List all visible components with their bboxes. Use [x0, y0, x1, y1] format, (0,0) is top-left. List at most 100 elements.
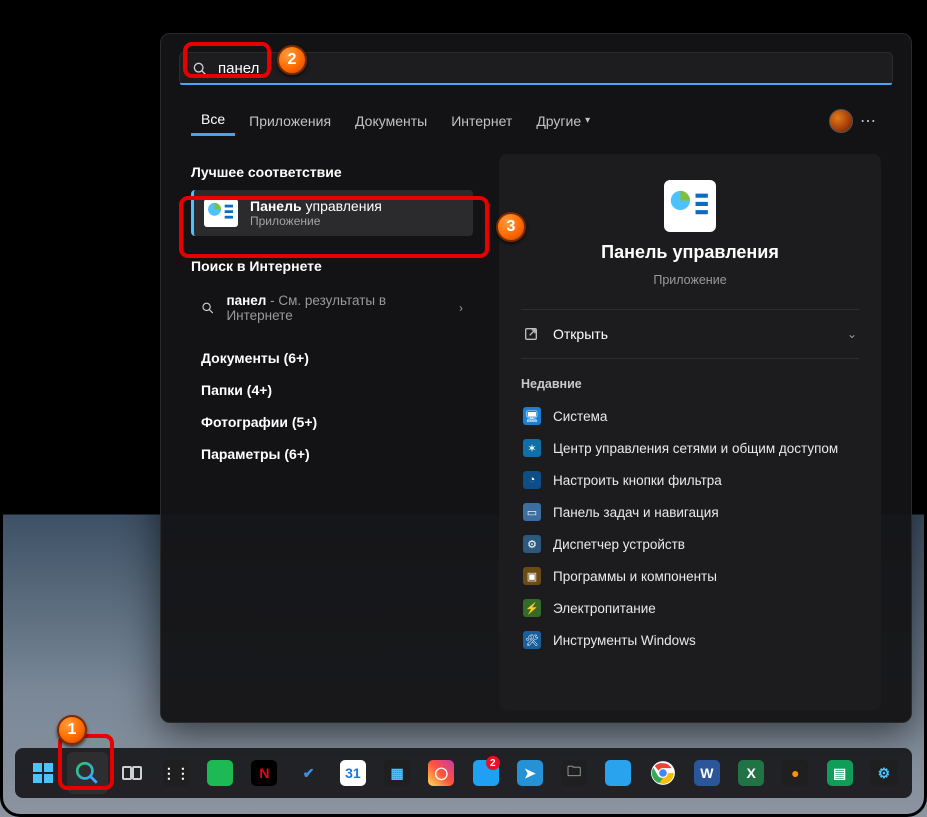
recent-label: Система — [553, 409, 607, 424]
category-label: Параметры (6+) — [201, 446, 310, 462]
photos-app[interactable]: ▦ — [377, 752, 417, 794]
instagram-app[interactable]: ◯ — [421, 752, 461, 794]
preview-title: Панель управления — [601, 242, 779, 263]
notes-app[interactable] — [598, 752, 638, 794]
recent-item[interactable]: ◔Настроить кнопки фильтра — [521, 465, 859, 495]
taskview-button[interactable] — [112, 752, 152, 794]
best-match-item[interactable]: Панель управления Приложение — [191, 190, 473, 236]
word-app[interactable]: W — [687, 752, 727, 794]
web-search-item[interactable]: панел - См. результаты в Интернете › — [191, 284, 473, 332]
recent-label: Настроить кнопки фильтра — [553, 473, 722, 488]
calculator-app[interactable]: ⋮⋮ — [156, 752, 196, 794]
spotify-app[interactable] — [200, 752, 240, 794]
recent-item[interactable]: ▭ Панель задач и навигация — [521, 497, 859, 527]
tab-all[interactable]: Все — [191, 105, 235, 136]
start-button[interactable] — [23, 752, 63, 794]
recent-item[interactable]: ▣ Программы и компоненты — [521, 561, 859, 591]
recent-label: Панель задач и навигация — [553, 505, 719, 520]
best-match-header: Лучшее соответствие — [191, 164, 491, 180]
app-icon: N — [251, 760, 277, 786]
control-panel-icon — [664, 180, 716, 232]
chevron-down-icon: ▾ — [585, 115, 590, 126]
recent-item[interactable]: ⚙Диспетчер устройств — [521, 529, 859, 559]
web-search-header: Поиск в Интернете — [191, 258, 491, 274]
tab-internet[interactable]: Интернет — [441, 107, 522, 135]
system-icon: 🖥 — [523, 407, 541, 425]
recent-label: Электропитание — [553, 601, 656, 616]
excel-app[interactable]: X — [731, 752, 771, 794]
windows-logo-icon — [31, 761, 55, 785]
annotation-badge-1: 1 — [57, 715, 87, 745]
twitter-app[interactable]: 2 — [466, 752, 506, 794]
search-flyout: Все Приложения Документы Интернет Другие… — [160, 33, 912, 723]
category-settings[interactable]: Параметры (6+) — [191, 438, 473, 470]
recent-label: Центр управления сетями и общим доступом — [553, 441, 838, 456]
open-action[interactable]: Открыть ⌄ — [521, 310, 859, 359]
tab-documents[interactable]: Документы — [345, 107, 437, 135]
user-avatar[interactable] — [829, 109, 853, 133]
app-icon: W — [694, 760, 720, 786]
app-icon: 🗀 — [561, 760, 587, 786]
search-button[interactable] — [67, 752, 107, 794]
tab-label: Приложения — [249, 113, 331, 129]
app-icon: 31 — [340, 760, 366, 786]
results-area: Лучшее соответствие Панель управления Пр… — [161, 142, 911, 722]
search-row — [161, 34, 911, 97]
app-icon — [605, 760, 631, 786]
recent-label: Инструменты Windows — [553, 633, 696, 648]
power-icon: ⚡ — [523, 599, 541, 617]
search-icon — [192, 61, 208, 77]
app-icon: ▦ — [384, 760, 410, 786]
category-label: Документы (6+) — [201, 350, 309, 366]
search-icon — [201, 301, 214, 315]
chrome-app[interactable] — [643, 752, 683, 794]
chevron-right-icon: › — [459, 301, 463, 315]
programs-icon: ▣ — [523, 567, 541, 585]
tab-label: Все — [201, 111, 225, 127]
devices-icon: ⚙ — [523, 535, 541, 553]
control-panel-icon — [204, 199, 238, 227]
chrome-icon — [650, 760, 676, 786]
category-documents[interactable]: Документы (6+) — [191, 342, 473, 374]
recent-item[interactable]: ⚡ Электропитание — [521, 593, 859, 623]
calendar-app[interactable]: 31 — [333, 752, 373, 794]
more-options-button[interactable]: ⋯ — [857, 109, 881, 133]
search-icon — [74, 760, 100, 786]
app-icon: ⚙ — [871, 760, 897, 786]
app-icon: ➤ — [517, 760, 543, 786]
netflix-app[interactable]: N — [244, 752, 284, 794]
search-input[interactable] — [218, 60, 880, 77]
settings-app[interactable]: ⚙ — [864, 752, 904, 794]
search-box[interactable] — [179, 52, 893, 85]
sheets-app[interactable]: ▤ — [820, 752, 860, 794]
firefox-app[interactable]: ● — [775, 752, 815, 794]
tab-apps[interactable]: Приложения — [239, 107, 341, 135]
tools-icon: 🛠 — [523, 631, 541, 649]
instagram-icon: ◯ — [428, 760, 454, 786]
best-match-subtitle: Приложение — [250, 214, 382, 228]
preview-pane: Панель управления Приложение Открыть ⌄ Н… — [491, 142, 911, 722]
recent-header: Недавние — [521, 377, 859, 391]
recent-item[interactable]: 🛠 Инструменты Windows — [521, 625, 859, 655]
desktop: Все Приложения Документы Интернет Другие… — [3, 3, 924, 814]
chevron-down-icon: ⌄ — [847, 327, 857, 341]
notification-badge: 2 — [486, 756, 500, 770]
telegram-app[interactable]: ➤ — [510, 752, 550, 794]
files-app[interactable]: 🗀 — [554, 752, 594, 794]
todo-app[interactable]: ✔ — [289, 752, 329, 794]
results-left-column: Лучшее соответствие Панель управления Пр… — [161, 142, 491, 722]
app-icon: ● — [782, 760, 808, 786]
tab-more[interactable]: Другие ▾ — [526, 107, 600, 135]
category-folders[interactable]: Папки (4+) — [191, 374, 473, 406]
app-icon: ⋮⋮ — [163, 760, 189, 786]
best-match-title: Панель управления — [250, 198, 382, 214]
recent-item[interactable]: ✶Центр управления сетями и общим доступо… — [521, 433, 859, 463]
recent-label: Программы и компоненты — [553, 569, 717, 584]
open-label: Открыть — [553, 326, 833, 342]
tab-label: Другие — [536, 113, 581, 129]
recent-item[interactable]: 🖥 Система — [521, 401, 859, 431]
taskbar-icon: ▭ — [523, 503, 541, 521]
category-label: Фотографии (5+) — [201, 414, 317, 430]
category-photos[interactable]: Фотографии (5+) — [191, 406, 473, 438]
taskview-icon — [120, 761, 144, 785]
